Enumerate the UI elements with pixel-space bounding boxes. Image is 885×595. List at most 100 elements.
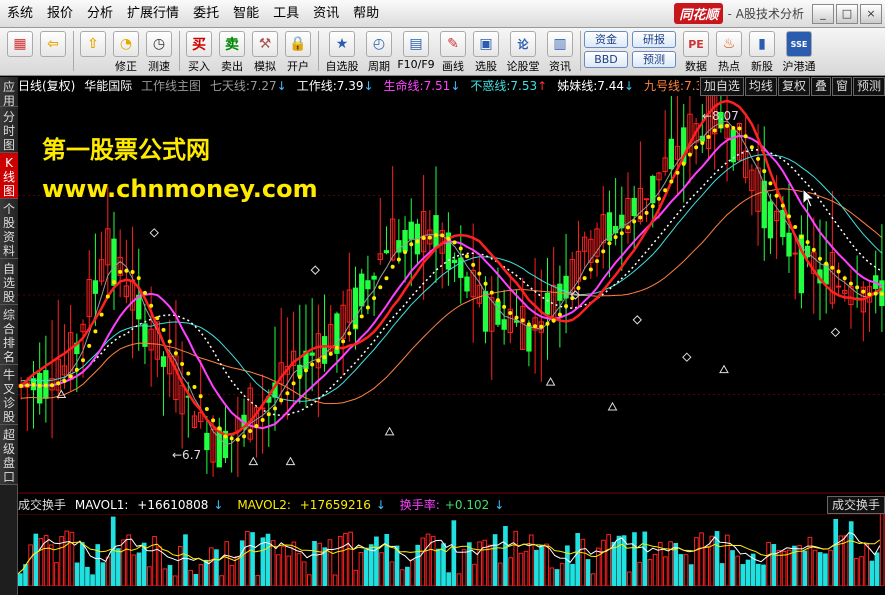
- minimize-button[interactable]: _: [812, 3, 834, 24]
- work-line-dot: [644, 210, 649, 215]
- period-label[interactable]: 日线(复权): [18, 79, 75, 93]
- volume-bar: [523, 550, 529, 586]
- menu-item[interactable]: 分析: [80, 0, 120, 28]
- work-line-dot: [56, 381, 61, 386]
- toolbar-separator: [179, 31, 180, 71]
- toolbar-separator: [580, 31, 581, 71]
- maximize-button[interactable]: □: [836, 3, 858, 24]
- news-button[interactable]: ▥ 资讯: [544, 31, 576, 74]
- menu-item[interactable]: 扩展行情: [120, 0, 186, 28]
- menu-item[interactable]: 资讯: [306, 0, 346, 28]
- fix-button[interactable]: ◔ 修正: [110, 31, 142, 74]
- work-line-dot: [403, 250, 408, 255]
- work-line-dot: [248, 429, 253, 434]
- work-line-dot: [446, 236, 451, 241]
- f10-button[interactable]: ▤ F10/F9: [396, 31, 436, 71]
- chart-button[interactable]: 加自选: [699, 77, 744, 96]
- sidebar-tab[interactable]: K线图: [0, 153, 18, 199]
- volume-bar: [817, 552, 823, 586]
- pencil-button[interactable]: ✎ 画线: [437, 31, 469, 74]
- clock-cycle-button[interactable]: ◴ 周期: [363, 31, 395, 74]
- volume-bar: [678, 554, 684, 586]
- chart-button[interactable]: 预测: [852, 77, 885, 96]
- hot-button[interactable]: ♨ 热点: [713, 31, 745, 74]
- chart-button[interactable]: 叠: [810, 77, 831, 96]
- pill-button[interactable]: 资金: [584, 31, 628, 48]
- pill-button[interactable]: 预测: [632, 51, 676, 68]
- up-down-button[interactable]: ⇧: [77, 31, 109, 58]
- volume-bar: [590, 573, 596, 586]
- work-line-dot: [25, 383, 30, 388]
- volume-bar: [466, 542, 472, 586]
- indicator-name[interactable]: 工作线主图: [141, 79, 201, 93]
- indicator-value: 7.27: [249, 79, 277, 93]
- hammer-button[interactable]: ⚒ 模拟: [249, 31, 281, 74]
- candle-body: [495, 300, 501, 325]
- candle-body: [835, 285, 842, 288]
- pill-button[interactable]: 研报: [632, 31, 676, 48]
- mavol1-label: MAVOL1:: [74, 498, 129, 512]
- clock-button[interactable]: ◷ 测速: [143, 31, 175, 74]
- work-line-dot: [378, 285, 383, 290]
- volume-bar: [456, 573, 462, 586]
- candle-body: [321, 336, 328, 364]
- back-arrow-icon: ⇦: [40, 31, 66, 57]
- sidebar-tab[interactable]: 牛叉诊股: [0, 365, 18, 425]
- sell-button[interactable]: 卖卖出: [216, 31, 248, 74]
- menu-item[interactable]: 系统: [0, 0, 40, 28]
- seven-day-line: [21, 120, 883, 446]
- buy-button[interactable]: 买买入: [183, 31, 215, 74]
- work-line-dot: [495, 298, 500, 303]
- work-line-dot: [712, 128, 717, 133]
- forum-button[interactable]: 论论股堂: [503, 31, 543, 74]
- pill-button[interactable]: BBD: [584, 51, 628, 68]
- work-line-dot: [266, 412, 271, 417]
- toolbar-button-label: 数据: [685, 60, 707, 73]
- volume-bar: [585, 559, 591, 586]
- work-line-dot: [136, 276, 141, 281]
- candle-body: [792, 252, 798, 255]
- sidebar-tab[interactable]: 自选股: [0, 259, 18, 305]
- volume-bar: [121, 539, 126, 586]
- work-line-dot: [632, 219, 637, 224]
- volume-chart[interactable]: [18, 514, 885, 586]
- hk-connect-button[interactable]: SSE 沪港通: [779, 31, 819, 74]
- volume-bar: [771, 544, 777, 586]
- pe-icon: PE: [683, 31, 709, 57]
- menu-item[interactable]: 智能: [226, 0, 266, 28]
- chart-button[interactable]: 复权: [777, 77, 810, 96]
- menu-item[interactable]: 报价: [40, 0, 80, 28]
- high-price-annotation: ←8.07: [702, 109, 739, 123]
- indicator-arrow: ↓: [276, 79, 287, 93]
- mavol2-value: +17659216: [299, 498, 371, 512]
- sidebar-tab[interactable]: 分时图: [0, 107, 18, 153]
- volume-bar: [312, 541, 317, 586]
- star-folder-button[interactable]: ★ 自选股: [322, 31, 362, 74]
- sidebar-tab[interactable]: 综合排名: [0, 305, 18, 365]
- volume-bar: [48, 544, 54, 586]
- indicator-readout: 工作线:7.39↓: [297, 79, 379, 93]
- menu-item[interactable]: 工具: [266, 0, 306, 28]
- close-button[interactable]: ×: [860, 3, 882, 24]
- lock-button[interactable]: 🔒 开户: [282, 31, 314, 74]
- work-line-dot: [601, 249, 606, 254]
- chart-buttons: 加自选 均线 复权叠窗预测: [698, 77, 885, 96]
- volume-bar: [549, 567, 555, 586]
- chart-button[interactable]: 均线: [744, 77, 777, 96]
- sidebar-tab[interactable]: 个股资料: [0, 199, 18, 259]
- work-line-dot: [161, 327, 166, 332]
- menu-item[interactable]: 委托: [186, 0, 226, 28]
- menu-item[interactable]: 帮助: [346, 0, 386, 28]
- chart-button[interactable]: 窗: [831, 77, 852, 96]
- volume-bar: [508, 557, 513, 586]
- select-stock-button[interactable]: ▣ 选股: [470, 31, 502, 74]
- volume-indicator-tab[interactable]: 成交换手: [826, 496, 885, 514]
- sidebar-tab[interactable]: 超级盘口: [0, 425, 18, 485]
- sidebar-tab[interactable]: 应用: [0, 77, 18, 108]
- volume-bar: [219, 575, 224, 586]
- back-arrow-button[interactable]: ⇦: [37, 31, 69, 58]
- app-tiles-button[interactable]: ▦: [4, 31, 36, 58]
- new-stock-button[interactable]: ▮ 新股: [746, 31, 778, 74]
- work-line-dot: [638, 215, 643, 220]
- pe-button[interactable]: PE 数据: [680, 31, 712, 74]
